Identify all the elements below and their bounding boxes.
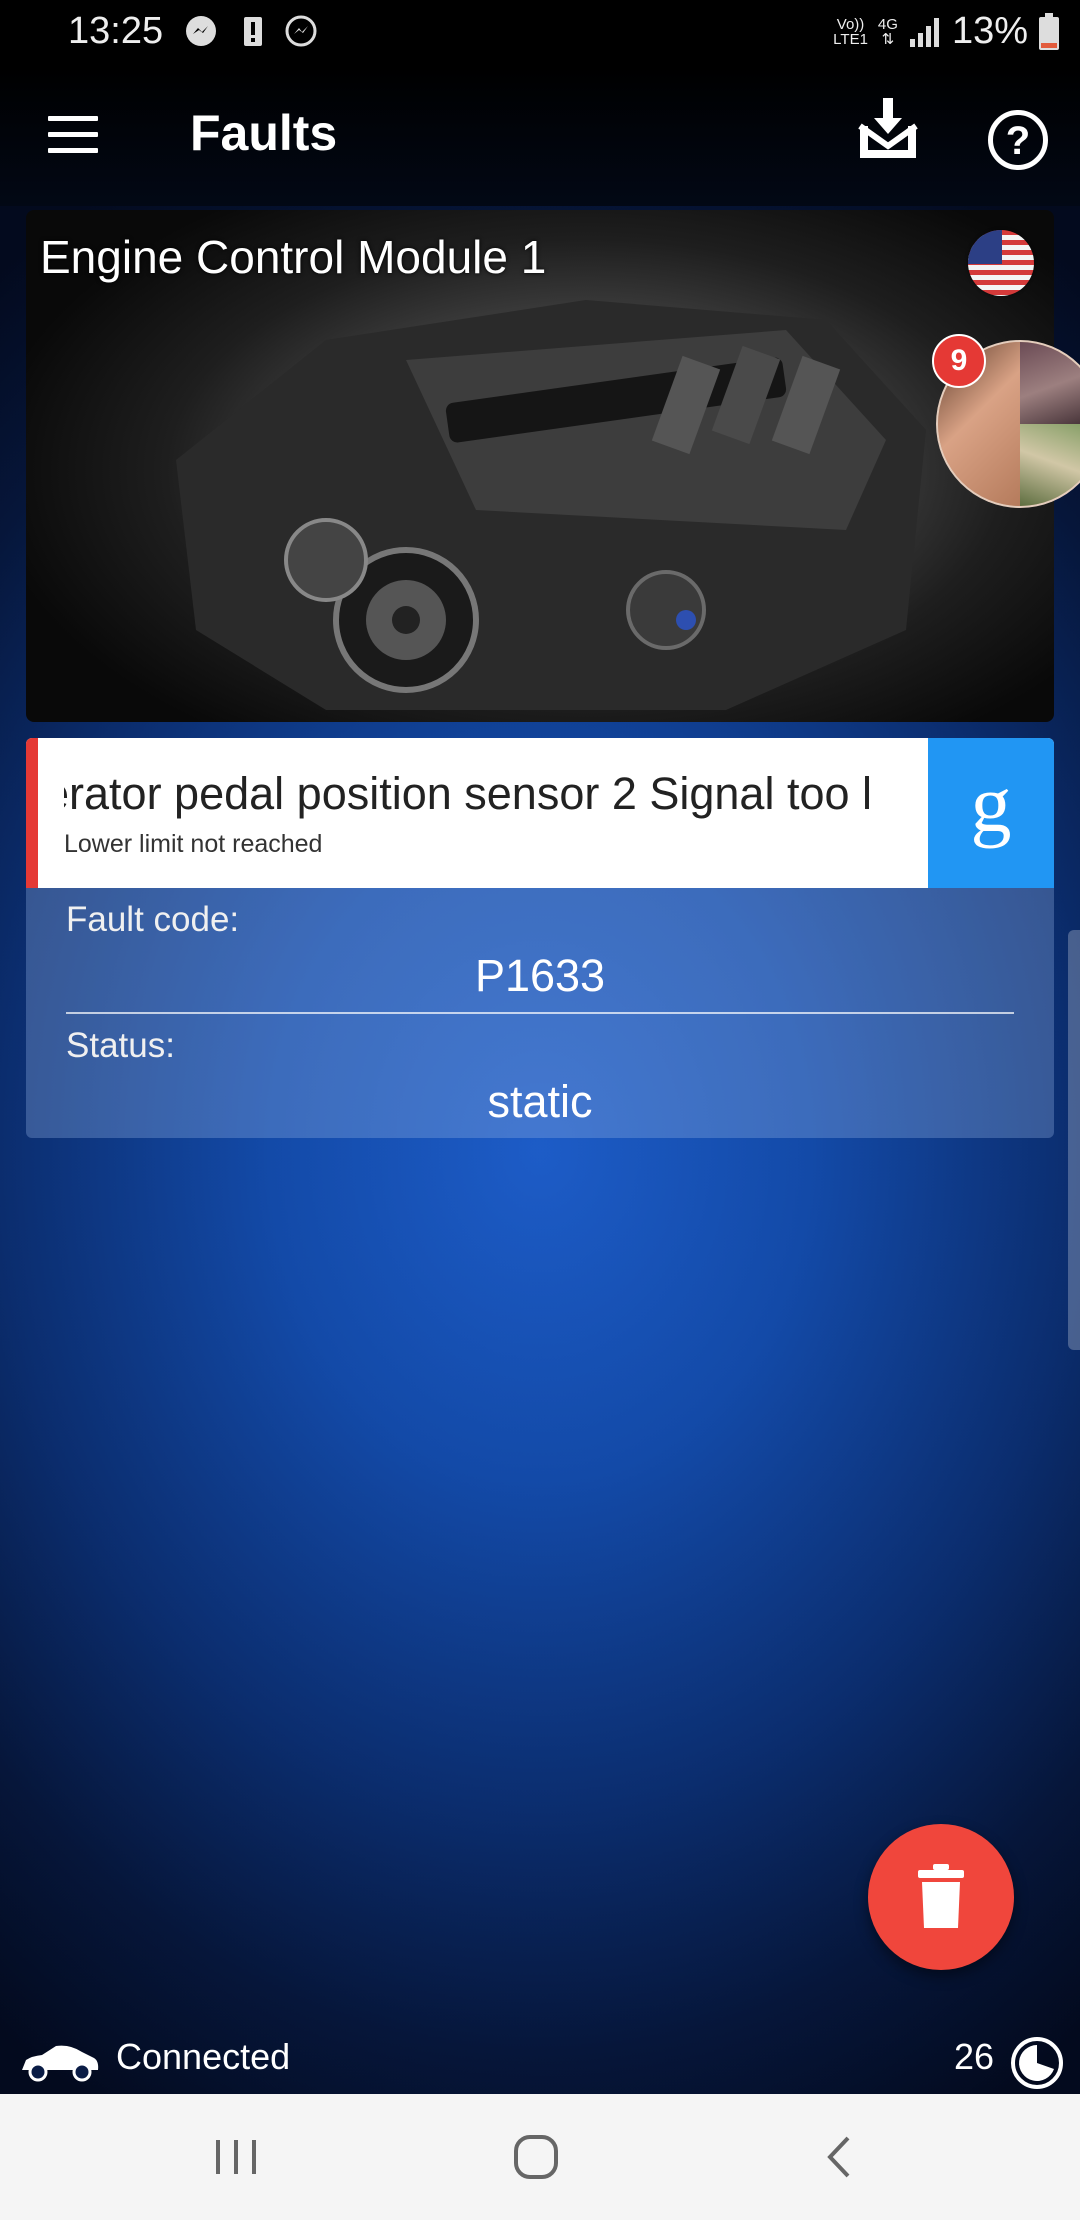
module-title: Engine Control Module 1 <box>40 231 547 283</box>
fault-code-label: Fault code: <box>66 900 240 939</box>
engine-image <box>176 300 926 710</box>
home-icon[interactable] <box>506 2132 566 2182</box>
battery-alert-icon <box>244 17 262 46</box>
network-type: 4G ⇅ <box>877 15 898 48</box>
page-title: Faults <box>190 105 338 161</box>
download-mail-icon[interactable] <box>856 96 920 162</box>
menu-icon[interactable] <box>48 116 98 156</box>
counter: 26 <box>954 2036 995 2077</box>
scrollbar[interactable] <box>1068 930 1080 1350</box>
status-time: 13:25 <box>68 10 164 52</box>
system-nav-bar <box>0 2094 1080 2220</box>
status-label: Status: <box>66 1026 175 1065</box>
signal-icon <box>909 17 939 47</box>
status-value: static <box>487 1076 593 1127</box>
engine-module-card[interactable]: Engine Control Module 1 <box>26 210 1054 722</box>
car-icon <box>22 2045 99 2082</box>
fault-code-value: P1633 <box>474 950 606 1001</box>
help-icon[interactable]: ? <box>988 110 1048 170</box>
app-bar: Faults ? <box>0 66 1080 206</box>
messenger-icon <box>186 16 216 46</box>
fault-subtitle: Lower limit not reached <box>64 830 323 858</box>
us-flag-icon[interactable] <box>968 230 1034 296</box>
trash-icon <box>918 1864 964 1928</box>
delete-button[interactable] <box>868 1824 1014 1970</box>
refresh-icon[interactable] <box>1010 2036 1064 2090</box>
volte-indicator: Vo)) LTE1 <box>833 15 868 48</box>
chat-head-badge: 9 <box>932 334 986 388</box>
battery-percent: 13% <box>951 10 1028 52</box>
fault-details: Fault code: P1633 Status: static <box>26 888 1054 1138</box>
fault-description: erator pedal position sensor 2 Signal to… <box>64 768 873 819</box>
messenger-icon <box>285 15 317 47</box>
back-icon[interactable] <box>810 2132 870 2182</box>
status-right: Vo)) LTE1 4G ⇅ 13% <box>833 10 1060 53</box>
recent-apps-icon[interactable] <box>206 2132 266 2182</box>
fault-card[interactable]: erator pedal position sensor 2 Signal to… <box>26 738 1054 888</box>
divider <box>66 1012 1014 1014</box>
connection-status: Connected <box>116 2036 291 2077</box>
connection-footer: Connected 26 <box>0 2016 1080 2106</box>
battery-icon <box>1039 12 1059 50</box>
severity-indicator <box>26 738 38 888</box>
google-search-button[interactable]: g <box>928 738 1054 888</box>
status-bar: 13:25 Vo)) LTE1 4G ⇅ 13% <box>0 0 1080 66</box>
